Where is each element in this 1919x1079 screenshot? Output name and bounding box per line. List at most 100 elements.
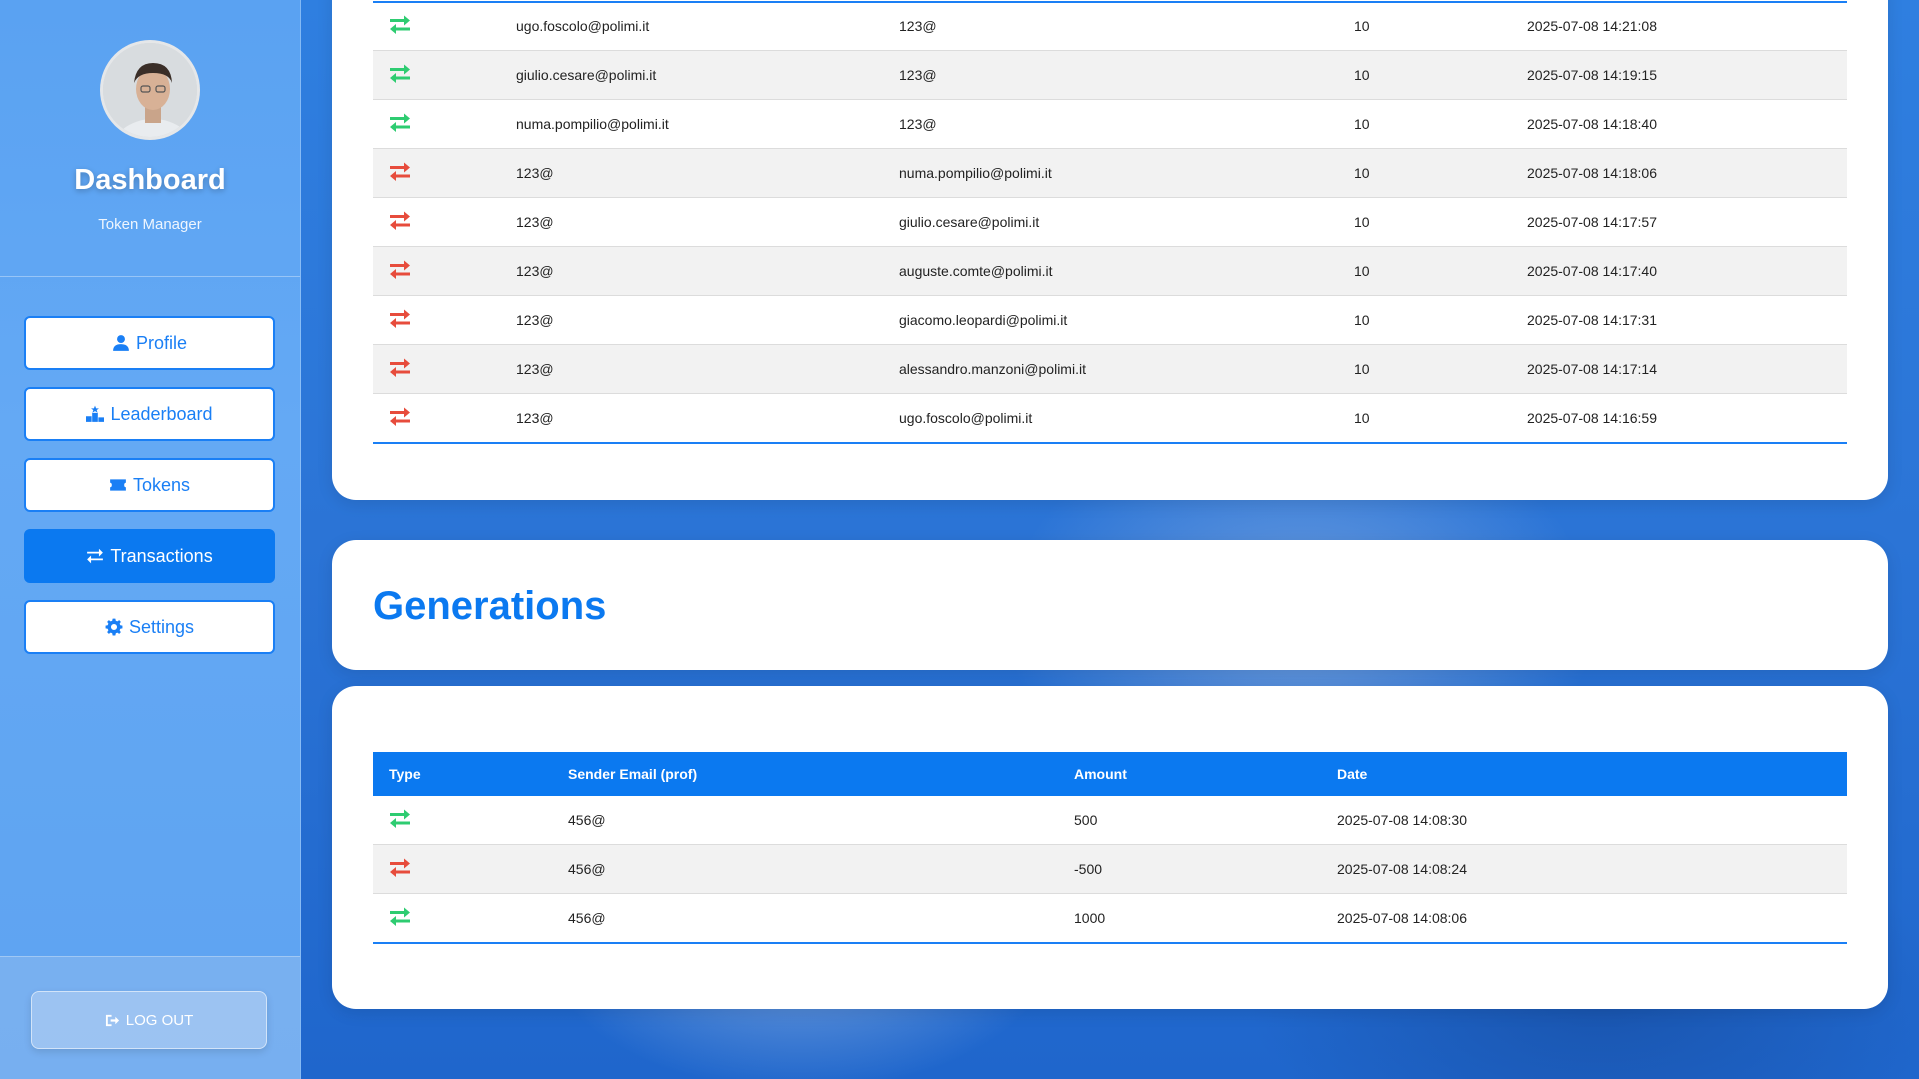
outgoing-exchange-icon	[389, 858, 411, 878]
exchange-icon	[87, 548, 104, 564]
sender-cell: 123@	[516, 344, 899, 394]
avatar	[100, 40, 200, 140]
type-cell	[373, 197, 516, 247]
table-row: numa.pompilio@polimi.it 123@ 10 2025-07-08 …	[373, 99, 1847, 149]
amount-cell: 1000	[1074, 910, 1106, 926]
outgoing-exchange-icon	[389, 309, 411, 329]
amount-cell: 10	[1354, 2, 1527, 51]
sidebar: Dashboard Token Manager Profile Leaderbo…	[0, 0, 301, 1079]
date-cell: 2025-07-08 14:18:06	[1527, 148, 1847, 198]
type-cell	[373, 2, 516, 51]
table-row: 123@ ugo.foscolo@polimi.it 10 2025-07-08 14…	[373, 394, 1847, 444]
incoming-exchange-icon	[389, 809, 411, 829]
nav-leaderboard-button[interactable]: Leaderboard	[24, 387, 275, 441]
receiver-cell: giulio.cesare@polimi.it	[899, 197, 1354, 247]
type-cell	[373, 894, 568, 944]
header-sender[interactable]: Sender Email (prof)	[568, 752, 1074, 796]
outgoing-exchange-icon	[389, 407, 411, 427]
sender-cell: ugo.foscolo@polimi.it	[516, 2, 899, 51]
amount-cell: -500	[1074, 844, 1337, 894]
incoming-exchange-icon	[389, 113, 411, 133]
date-cell: 2025-07-08 14:18:40	[1527, 99, 1847, 149]
nav-transactions-label: Transactions	[110, 545, 213, 566]
generations-title: Generations	[373, 584, 607, 628]
nav-transactions-button[interactable]: Transactions	[24, 529, 275, 583]
table-row: ugo.foscolo@polimi.it 123@ 10 2025-07-08 14…	[373, 2, 1847, 51]
logout-button[interactable]: LOG OUT	[31, 991, 267, 1049]
sender-cell: 123@	[516, 246, 899, 296]
outgoing-exchange-icon	[389, 211, 411, 231]
incoming-exchange-icon	[389, 15, 411, 35]
amount-cell: 500	[1074, 796, 1337, 845]
logout-label: LOG OUT	[125, 1011, 194, 1029]
table-row: 123@ alessandro.manzoni@polimi.it 10 2025-0…	[373, 344, 1847, 394]
outgoing-exchange-icon	[389, 162, 411, 182]
receiver-cell: numa.pompilio@polimi.it	[899, 148, 1354, 198]
receiver-cell: auguste.comte@polimi.it	[899, 246, 1354, 296]
header-amount[interactable]: Amount	[1074, 752, 1337, 796]
sender-cell: 456@	[568, 844, 1074, 894]
date-cell: 2025-07-08 14:16:59	[1527, 410, 1657, 426]
generations-title-card: Generations	[332, 540, 1888, 670]
table-row: 123@ auguste.comte@polimi.it 10 2025-07-08 …	[373, 246, 1847, 296]
date-cell: 2025-07-08 14:17:14	[1527, 344, 1847, 394]
incoming-exchange-icon	[389, 64, 411, 84]
outgoing-exchange-icon	[389, 260, 411, 280]
sender-cell: 123@	[516, 295, 899, 345]
table-row: 456@ -500 2025-07-08 14:08:24	[373, 844, 1847, 894]
sender-cell: 456@	[568, 796, 1074, 845]
sender-cell: 456@	[568, 910, 606, 926]
sidebar-footer: LOG OUT	[0, 956, 300, 1079]
outgoing-exchange-icon	[389, 358, 411, 378]
date-cell: 2025-07-08 14:19:15	[1527, 50, 1847, 100]
amount-cell: 10	[1354, 246, 1527, 296]
receiver-cell: ugo.foscolo@polimi.it	[899, 410, 1033, 426]
table-row: 123@ giulio.cesare@polimi.it 10 2025-07-08 …	[373, 197, 1847, 247]
sidebar-header: Dashboard Token Manager	[0, 0, 300, 277]
table-row: 456@ 1000 2025-07-08 14:08:06	[373, 894, 1847, 944]
nav-profile-button[interactable]: Profile	[24, 316, 275, 370]
podium-icon	[86, 405, 105, 422]
receiver-cell: 123@	[899, 99, 1354, 149]
type-cell	[373, 796, 568, 845]
nav-settings-button[interactable]: Settings	[24, 600, 275, 654]
receiver-cell: alessandro.manzoni@polimi.it	[899, 344, 1354, 394]
nav-profile-label: Profile	[135, 332, 188, 353]
sender-cell: 123@	[516, 410, 554, 426]
table-row: giulio.cesare@polimi.it 123@ 10 2025-07-08 …	[373, 50, 1847, 100]
sender-cell: 123@	[516, 197, 899, 247]
amount-cell: 10	[1354, 344, 1527, 394]
type-cell	[373, 295, 516, 345]
sender-cell: numa.pompilio@polimi.it	[516, 99, 899, 149]
nav-tokens-button[interactable]: Tokens	[24, 458, 275, 512]
date-cell: 2025-07-08 14:08:30	[1337, 796, 1847, 845]
type-cell	[373, 844, 568, 894]
type-cell	[373, 148, 516, 198]
type-cell	[373, 99, 516, 149]
sidebar-title: Dashboard	[74, 164, 226, 196]
header-date[interactable]: Date	[1337, 752, 1847, 796]
ticket-icon	[110, 479, 126, 491]
amount-cell: 10	[1354, 148, 1527, 198]
receiver-cell: 123@	[899, 50, 1354, 100]
date-cell: 2025-07-08 14:08:06	[1337, 910, 1467, 926]
sender-cell: 123@	[516, 148, 899, 198]
type-cell	[373, 50, 516, 100]
amount-cell: 10	[1354, 99, 1527, 149]
incoming-exchange-icon	[389, 907, 411, 927]
gear-icon	[105, 618, 123, 636]
table-row: 123@ numa.pompilio@polimi.it 10 2025-07-08 …	[373, 148, 1847, 198]
nav-leaderboard-label: Leaderboard	[110, 403, 213, 424]
sign-out-icon	[105, 1014, 119, 1026]
type-cell	[373, 344, 516, 394]
sidebar-subtitle: Token Manager	[98, 216, 202, 233]
generations-card: Type Sender Email (prof) Amount Date 456…	[332, 686, 1888, 1009]
receiver-cell: 123@	[899, 2, 1354, 51]
header-type[interactable]: Type	[373, 752, 568, 796]
user-icon	[113, 335, 129, 351]
transactions-table: ugo.foscolo@polimi.it 123@ 10 2025-07-08 14…	[373, 2, 1847, 444]
amount-cell: 10	[1354, 50, 1527, 100]
amount-cell: 10	[1354, 197, 1527, 247]
transactions-card: ugo.foscolo@polimi.it 123@ 10 2025-07-08 14…	[332, 0, 1888, 500]
amount-cell: 10	[1354, 295, 1527, 345]
